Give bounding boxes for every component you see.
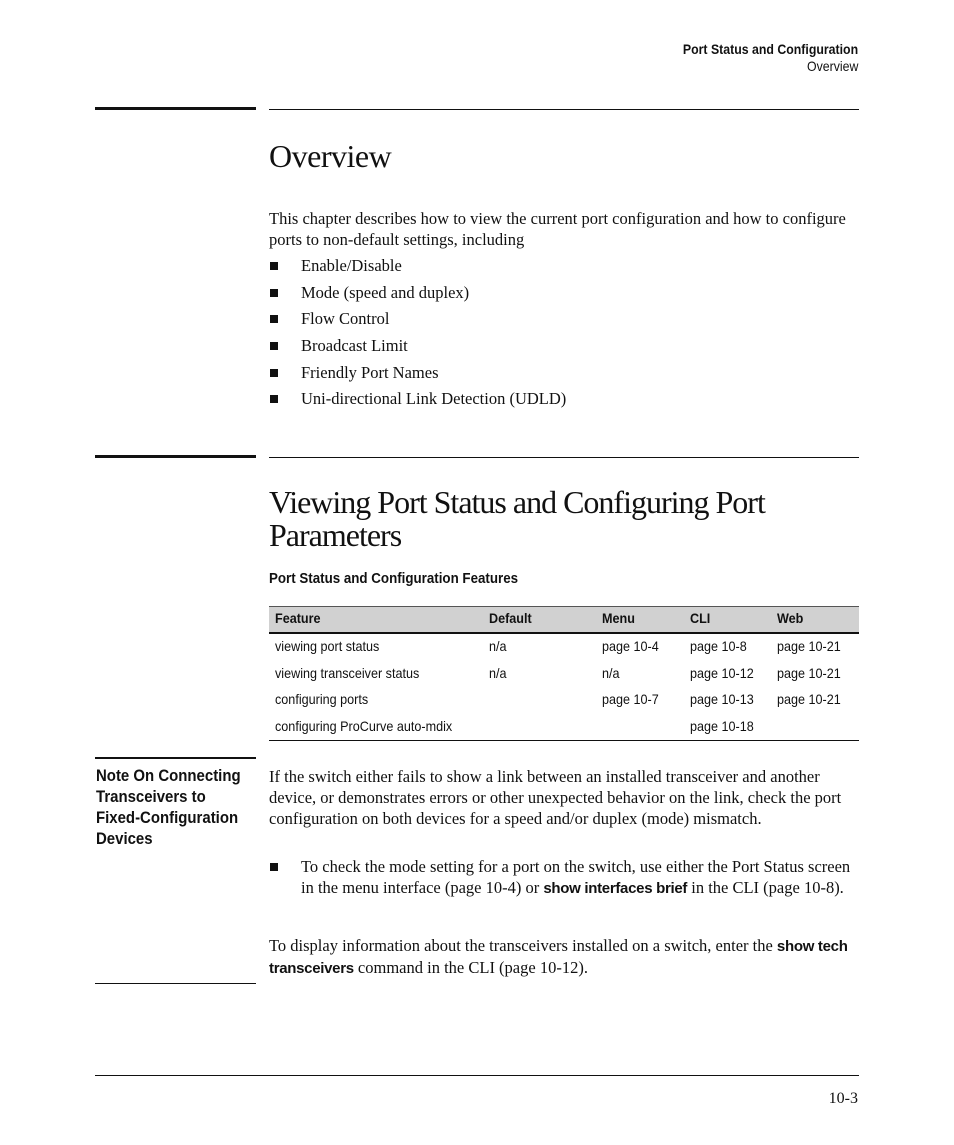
list-item: Mode (speed and duplex) xyxy=(269,282,861,309)
table-row: viewing port status n/a page 10-4 page 1… xyxy=(269,634,859,661)
overview-intro: This chapter describes how to view the c… xyxy=(269,209,846,249)
column-header-cli: CLI xyxy=(690,610,711,626)
cell-web: page 10-21 xyxy=(777,638,841,654)
section-rule-left xyxy=(95,455,256,458)
cell-feature: viewing port status xyxy=(275,638,380,654)
cell-web: page 10-21 xyxy=(777,691,841,707)
bullet-icon xyxy=(270,342,278,351)
cell-feature: configuring ProCurve auto-mdix xyxy=(275,717,453,734)
list-item: Broadcast Limit xyxy=(269,335,861,362)
note-paragraph: If the switch either fails to show a lin… xyxy=(269,767,842,828)
list-item: Flow Control xyxy=(269,308,861,335)
column-header-web: Web xyxy=(777,610,804,626)
note-paragraph-2: To display information about the transce… xyxy=(269,936,848,977)
cell-menu: n/a xyxy=(602,664,620,681)
cell-feature: viewing transceiver status xyxy=(275,664,420,681)
cell-menu: page 10-7 xyxy=(602,691,659,707)
cell-web: page 10-21 xyxy=(777,664,841,681)
cell-feature: configuring ports xyxy=(275,691,369,707)
note-bullet-text: To check the mode setting for a port on … xyxy=(301,857,851,897)
table-row: viewing transceiver status n/a n/a page … xyxy=(269,661,859,688)
note-rule-top xyxy=(95,757,256,759)
bullet-icon xyxy=(270,288,278,297)
table-bottom-rule xyxy=(269,740,859,741)
viewing-heading: Viewing Port Status and Configuring Port… xyxy=(269,484,766,553)
bullet-icon xyxy=(270,863,278,871)
bullet-icon xyxy=(270,368,278,377)
list-item: Enable/Disable xyxy=(269,255,861,282)
column-header-menu: Menu xyxy=(602,610,635,626)
footer-rule xyxy=(95,1075,859,1076)
cli-command: show interfaces brief xyxy=(543,880,688,897)
section-rule-left xyxy=(95,107,256,110)
table-row: configuring ProCurve auto-mdix page 10-1… xyxy=(269,714,859,741)
table-caption: Port Status and Configuration Features xyxy=(269,571,519,587)
bullet-icon xyxy=(270,262,278,270)
note-bullet: To check the mode setting for a port on … xyxy=(269,856,861,899)
bullet-icon xyxy=(270,395,278,404)
running-header-section: Overview xyxy=(806,58,858,74)
column-header-feature: Feature xyxy=(275,610,321,626)
page-number: 10-3 xyxy=(828,1090,858,1107)
cell-default: n/a xyxy=(489,638,507,654)
table-row: configuring ports page 10-7 page 10-13 p… xyxy=(269,687,859,714)
cell-default: n/a xyxy=(489,664,507,681)
cell-menu: page 10-4 xyxy=(602,638,659,654)
cell-cli: page 10-18 xyxy=(690,717,754,734)
list-item: Friendly Port Names xyxy=(269,362,861,389)
cell-cli: page 10-12 xyxy=(690,664,754,681)
note-rule-bottom xyxy=(95,983,256,984)
running-header-chapter: Port Status and Configuration xyxy=(682,41,858,57)
cell-cli: page 10-8 xyxy=(690,638,747,654)
note-heading: Note On Connecting Transceivers to Fixed… xyxy=(96,766,241,848)
section-rule-right xyxy=(269,457,859,458)
column-header-default: Default xyxy=(489,610,532,626)
overview-heading: Overview xyxy=(269,138,392,174)
overview-bullet-list: Enable/Disable Mode (speed and duplex) F… xyxy=(269,255,861,415)
bullet-icon xyxy=(270,315,278,324)
section-rule-right xyxy=(269,109,859,110)
list-item: Uni-directional Link Detection (UDLD) xyxy=(269,388,861,415)
table-header-row: Feature Default Menu CLI Web xyxy=(269,606,859,634)
features-table: Feature Default Menu CLI Web viewing por… xyxy=(269,606,859,741)
cell-cli: page 10-13 xyxy=(690,691,754,707)
